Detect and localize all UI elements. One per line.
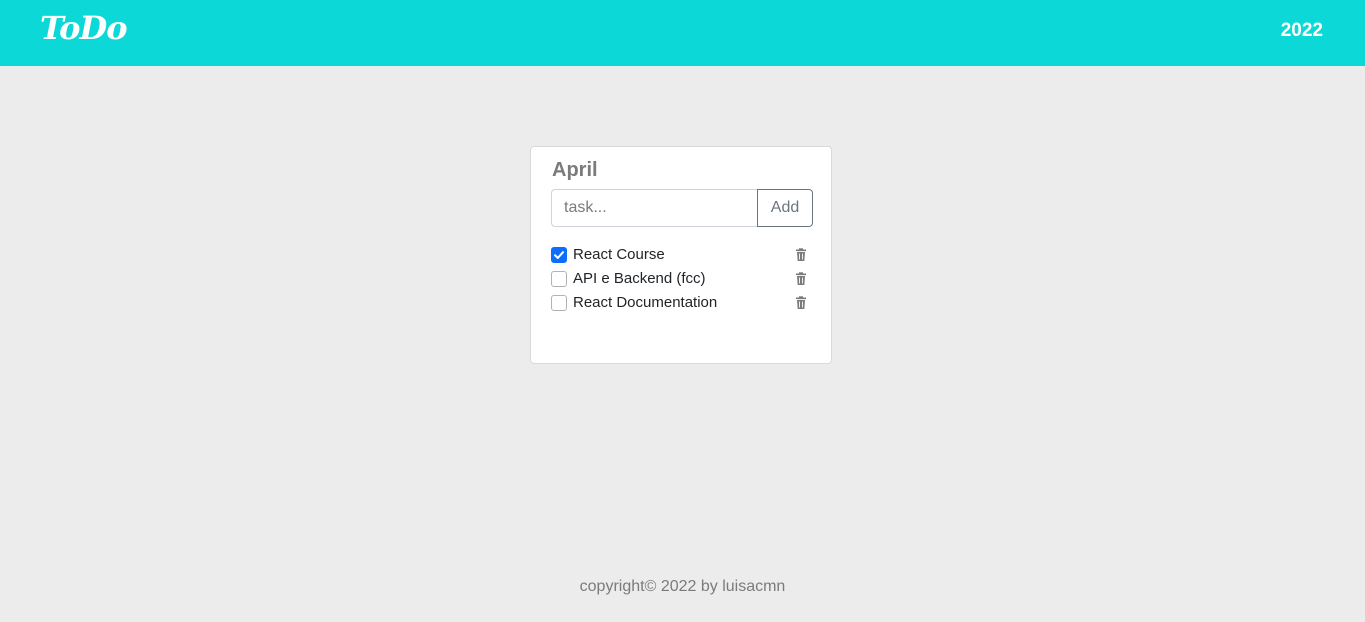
task-item: React Course bbox=[551, 245, 813, 269]
task-item: React Documentation bbox=[551, 293, 813, 317]
task-input[interactable] bbox=[551, 189, 758, 227]
check-icon bbox=[554, 251, 564, 259]
task-checkbox[interactable] bbox=[551, 271, 567, 287]
task-item: API e Backend (fcc) bbox=[551, 269, 813, 293]
task-checkbox[interactable] bbox=[551, 247, 567, 263]
task-list: React Course API e Backend (fcc) React D… bbox=[551, 245, 813, 317]
trash-icon[interactable] bbox=[794, 296, 808, 310]
task-label: React Documentation bbox=[573, 294, 718, 311]
navbar: ToDo 2022 bbox=[0, 0, 1365, 66]
trash-icon[interactable] bbox=[794, 248, 808, 262]
todo-card: April Add React Course API e Backend (fc… bbox=[530, 146, 832, 364]
add-task-form: Add bbox=[551, 189, 813, 227]
header-year: 2022 bbox=[1280, 20, 1323, 41]
task-checkbox[interactable] bbox=[551, 295, 567, 311]
month-title: April bbox=[552, 159, 598, 181]
task-label: API e Backend (fcc) bbox=[573, 270, 706, 287]
trash-icon[interactable] bbox=[794, 272, 808, 286]
add-button[interactable]: Add bbox=[757, 189, 813, 227]
footer-copyright: copyright© 2022 by luisacmn bbox=[579, 578, 786, 595]
task-label: React Course bbox=[573, 246, 665, 263]
brand-logo[interactable]: ToDo bbox=[40, 9, 128, 47]
